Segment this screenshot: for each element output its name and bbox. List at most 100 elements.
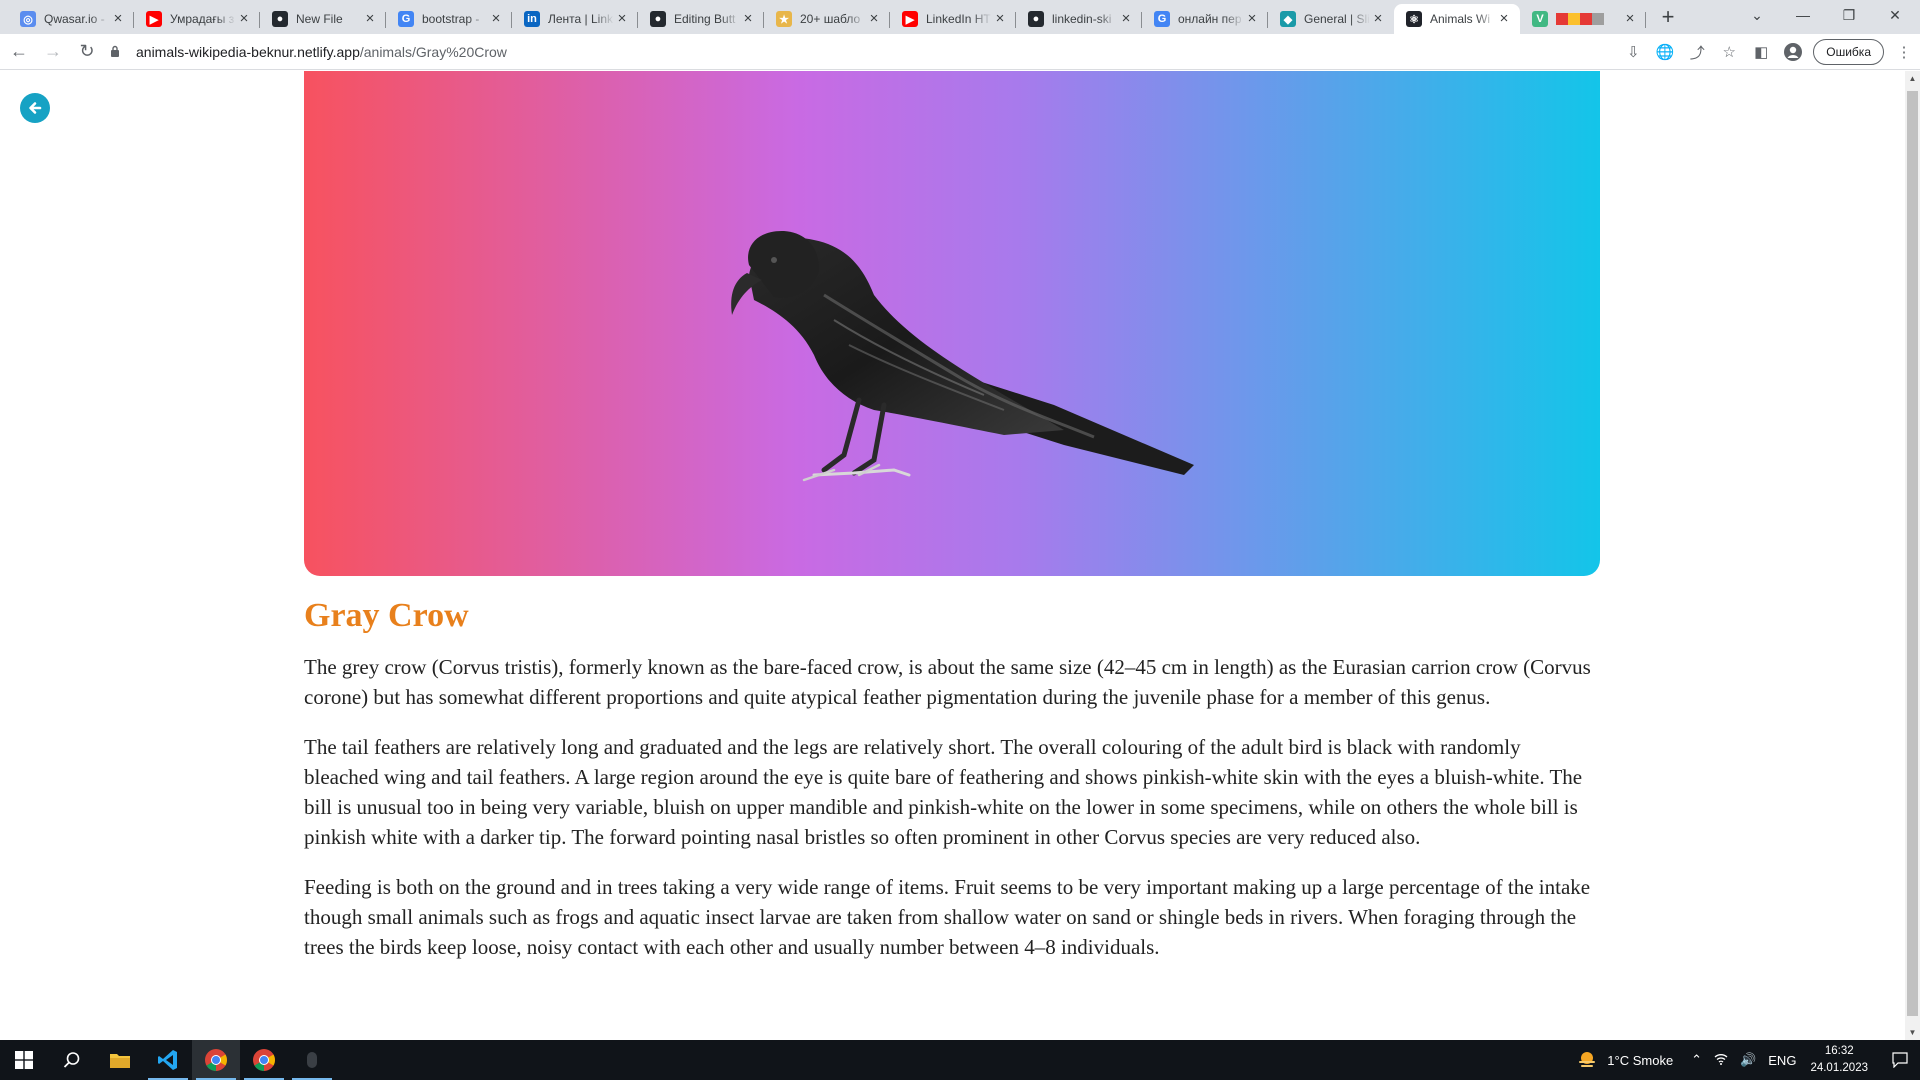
tab[interactable]: ▶ Умрадағы з × xyxy=(134,4,260,34)
vue-icon: V xyxy=(1532,11,1548,27)
slides-icon: ◆ xyxy=(1280,11,1296,27)
menu-kebab-icon[interactable]: ⋮ xyxy=(1888,36,1920,68)
paragraph: The tail feathers are relatively long an… xyxy=(304,735,1583,849)
youtube-icon: ▶ xyxy=(902,11,918,27)
tab[interactable]: in Лента | Link × xyxy=(512,4,638,34)
chrome-profile-button[interactable] xyxy=(240,1040,288,1080)
share-icon[interactable]: ⤴ xyxy=(1681,36,1713,68)
windows-logo-icon xyxy=(15,1051,33,1069)
folder-icon xyxy=(110,1054,130,1068)
article-body: The grey crow (Corvus tristis), formerly… xyxy=(304,652,1600,982)
close-tab-icon[interactable]: × xyxy=(1244,11,1260,27)
tab[interactable]: ◎ Qwasar.io - × xyxy=(8,4,134,34)
page-scrollbar[interactable]: ▲ ▼ xyxy=(1905,71,1920,1040)
chrome-button[interactable] xyxy=(192,1040,240,1080)
new-tab-button[interactable]: + xyxy=(1654,4,1682,32)
close-tab-icon[interactable]: × xyxy=(362,11,378,27)
wifi-icon[interactable] xyxy=(1714,1053,1728,1068)
tab-label: онлайн пер xyxy=(1178,12,1242,26)
hero-banner xyxy=(304,71,1600,576)
url-host: animals-wikipedia-beknur.netlify.app xyxy=(136,44,360,60)
close-tab-icon[interactable]: × xyxy=(992,11,1008,27)
close-tab-icon[interactable]: × xyxy=(1496,11,1512,27)
app-icon xyxy=(307,1052,317,1068)
back-nav-icon[interactable]: ← xyxy=(4,37,34,67)
weather-text: 1°C Smoke xyxy=(1607,1052,1674,1068)
tab[interactable]: ● Editing Butt × xyxy=(638,4,764,34)
profile-avatar-icon[interactable] xyxy=(1777,36,1809,68)
minimize-icon[interactable]: — xyxy=(1780,0,1826,30)
close-window-icon[interactable]: ✕ xyxy=(1872,0,1918,30)
volume-icon[interactable]: 🔊 xyxy=(1740,1052,1756,1068)
tab[interactable]: ▶ LinkedIn HT × xyxy=(890,4,1016,34)
tab[interactable]: V × xyxy=(1520,4,1646,34)
tab[interactable]: ★ 20+ шабло × xyxy=(764,4,890,34)
tab-label: linkedin-ski xyxy=(1052,12,1112,26)
close-tab-icon[interactable]: × xyxy=(1622,11,1638,27)
scroll-down-arrow-icon[interactable]: ▼ xyxy=(1905,1025,1920,1040)
notifications-button[interactable] xyxy=(1880,1040,1920,1080)
notification-icon xyxy=(1892,1052,1908,1068)
tab[interactable]: Gонлайн пер × xyxy=(1142,4,1268,34)
tab[interactable]: Gbootstrap - × xyxy=(386,4,512,34)
close-tab-icon[interactable]: × xyxy=(866,11,882,27)
tab[interactable]: ● New File × xyxy=(260,4,386,34)
app-button[interactable] xyxy=(288,1040,336,1080)
reload-icon[interactable]: ↻ xyxy=(72,37,102,67)
codepen-icon: ★ xyxy=(776,11,792,27)
file-explorer-button[interactable] xyxy=(96,1040,144,1080)
tab[interactable]: ◆ General | Sli × xyxy=(1268,4,1394,34)
tab-label: Editing Butt xyxy=(674,12,736,26)
vscode-button[interactable] xyxy=(144,1040,192,1080)
address-bar[interactable]: animals-wikipedia-beknur.netlify.app/ani… xyxy=(110,38,1605,66)
tab[interactable]: ⚛ Animals Wi × xyxy=(1394,4,1520,34)
tab-search-icon[interactable]: ⌄ xyxy=(1734,0,1780,30)
qwasar-icon: ◎ xyxy=(20,11,36,27)
language-indicator[interactable]: ENG xyxy=(1768,1053,1796,1068)
vscode-icon xyxy=(158,1050,177,1070)
tab-label: Animals Wi xyxy=(1430,12,1491,26)
install-app-icon[interactable]: ⇩ xyxy=(1617,36,1649,68)
bookmark-star-icon[interactable]: ☆ xyxy=(1713,36,1745,68)
system-tray: 1°C Smoke ⌃ 🔊 ENG 16:32 24.01.2023 xyxy=(1577,1040,1920,1080)
clock-time: 16:32 xyxy=(1824,1045,1854,1057)
scrollbar-thumb[interactable] xyxy=(1907,91,1918,1016)
tab-label: Лента | Link xyxy=(548,12,614,26)
tab-label: New File xyxy=(296,12,343,26)
search-button[interactable] xyxy=(48,1040,96,1080)
close-tab-icon[interactable]: × xyxy=(740,11,756,27)
github-icon: ● xyxy=(1028,11,1044,27)
animal-title: Gray Crow xyxy=(304,597,469,634)
url-path: /animals/Gray%20Crow xyxy=(359,44,507,60)
google-icon: G xyxy=(398,11,414,27)
crow-image xyxy=(731,230,1194,482)
close-tab-icon[interactable]: × xyxy=(236,11,252,27)
arrow-left-icon xyxy=(29,102,42,114)
github-icon: ● xyxy=(650,11,666,27)
weather-smoke-icon xyxy=(1579,1052,1596,1067)
tab-label: Умрадағы з xyxy=(170,12,235,26)
forward-nav-icon[interactable]: → xyxy=(38,37,68,67)
close-tab-icon[interactable]: × xyxy=(1370,11,1386,27)
chevron-up-icon[interactable]: ⌃ xyxy=(1691,1052,1702,1068)
close-tab-icon[interactable]: × xyxy=(488,11,504,27)
lock-icon xyxy=(110,44,126,60)
clock[interactable]: 16:32 24.01.2023 xyxy=(1810,1043,1868,1077)
weather-widget[interactable]: 1°C Smoke xyxy=(1577,1050,1673,1070)
error-button[interactable]: Ошибка xyxy=(1813,39,1884,65)
translate-icon[interactable]: 🌐 xyxy=(1649,36,1681,68)
close-tab-icon[interactable]: × xyxy=(110,11,126,27)
side-panel-icon[interactable]: ◧ xyxy=(1745,36,1777,68)
back-arrow-button[interactable] xyxy=(20,93,50,123)
github-icon: ● xyxy=(272,11,288,27)
paragraph: Feeding is both on the ground and in tre… xyxy=(304,875,1591,959)
close-tab-icon[interactable]: × xyxy=(1118,11,1134,27)
start-button[interactable] xyxy=(0,1040,48,1080)
close-tab-icon[interactable]: × xyxy=(614,11,630,27)
linkedin-icon: in xyxy=(524,11,540,27)
tab-label: LinkedIn HT xyxy=(926,12,991,26)
tab[interactable]: ● linkedin-ski × xyxy=(1016,4,1142,34)
scroll-up-arrow-icon[interactable]: ▲ xyxy=(1905,71,1920,86)
restore-icon[interactable]: ❐ xyxy=(1826,0,1872,30)
tab-label: bootstrap - xyxy=(422,12,480,26)
